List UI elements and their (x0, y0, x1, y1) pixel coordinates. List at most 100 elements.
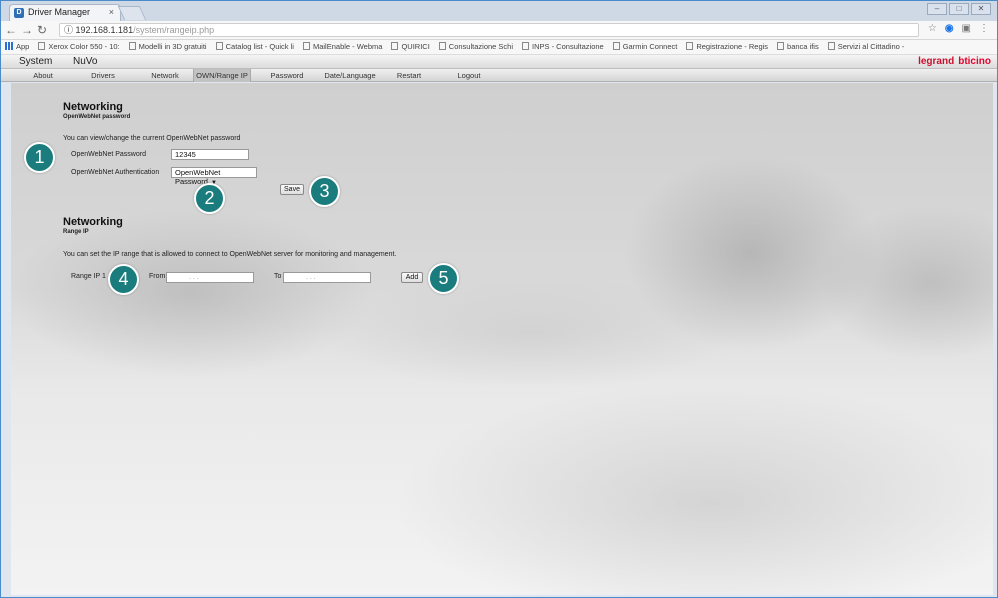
password-label: OpenWebNet Password (71, 151, 146, 158)
page-icon (302, 42, 310, 50)
extension-2-icon[interactable]: ▣ (962, 23, 971, 34)
bookmark-label: Servizi al Cittadino - (837, 42, 905, 51)
brand-logo: legrand bticino (918, 55, 991, 69)
menu-item-own-range-ip[interactable]: OWN/Range IP (193, 69, 251, 82)
page-icon (522, 42, 530, 50)
bookmark-item[interactable]: Garmin Connect (612, 40, 678, 54)
menu-item-password[interactable]: Password (263, 69, 311, 82)
info-icon: ⓘ (64, 25, 76, 35)
tab-nuvo[interactable]: NuVo (73, 55, 97, 69)
range-to-input[interactable]: . . . (283, 272, 371, 283)
bookmark-label: banca ifis (787, 42, 819, 51)
add-button[interactable]: Add (401, 272, 423, 283)
from-label: From (149, 273, 166, 280)
tab-system[interactable]: System (19, 55, 52, 69)
page-content: Networking OpenWebNet password You can v… (11, 83, 993, 595)
bookmark-item[interactable]: Catalog list - Quick li (215, 40, 294, 54)
password-field[interactable]: 12345 (171, 149, 249, 160)
bookmark-item[interactable]: Registrazione - Regis (686, 40, 768, 54)
menu-item-date-language[interactable]: Date/Language (319, 69, 381, 82)
page-icon (128, 42, 136, 50)
apps-grid-icon (5, 42, 13, 50)
range-section-title: Networking (63, 216, 123, 228)
page-icon (438, 42, 446, 50)
to-label: To (274, 273, 282, 280)
bookmark-item[interactable]: banca ifis (777, 40, 819, 54)
save-button[interactable]: Save (280, 184, 304, 195)
close-window-icon[interactable]: ✕ (971, 3, 991, 15)
favicon-icon: D (14, 8, 24, 18)
bookmark-star-icon[interactable]: ☆ (928, 23, 937, 34)
tab-title: Driver Manager (28, 7, 91, 17)
bookmark-item[interactable]: QUIRICI (391, 40, 430, 54)
url-input[interactable]: ⓘ 192.168.1.181/system/rangeip.php (59, 23, 919, 37)
bookmark-label: Modelli in 3D gratuiti (138, 42, 207, 51)
menu-item-drivers[interactable]: Drivers (79, 69, 127, 82)
password-section-subtitle: OpenWebNet password (63, 114, 131, 120)
bookmark-label: Catalog list - Quick li (225, 42, 294, 51)
reload-icon[interactable]: ↻ (37, 23, 47, 37)
menu-item-logout[interactable]: Logout (447, 69, 491, 82)
callout-marker-5: 5 (428, 263, 459, 294)
bookmark-item[interactable]: Modelli in 3D gratuiti (128, 40, 207, 54)
legrand-logo: legrand (918, 56, 955, 67)
auth-label: OpenWebNet Authentication (71, 169, 160, 176)
back-arrow-icon[interactable]: ← (5, 23, 17, 37)
menu-kebab-icon[interactable]: ⋮ (979, 23, 989, 34)
page-icon (391, 42, 399, 50)
bticino-logo: bticino (958, 56, 991, 67)
password-section-title: Networking (63, 101, 123, 113)
bookmark-item[interactable]: App (5, 40, 29, 54)
bookmarks-bar: App Xerox Color 550 - 10: Modelli in 3D gr… (1, 40, 997, 55)
range-description: You can set the IP range that is allowed… (63, 251, 397, 258)
ip-separators: . . . (306, 274, 316, 281)
forward-arrow-icon[interactable]: → (21, 23, 33, 37)
bookmark-item[interactable]: Consultazione Schi (438, 40, 514, 54)
bookmark-item[interactable]: INPS - Consultazione (522, 40, 604, 54)
tab-close-icon[interactable]: × (109, 5, 114, 20)
bookmark-label: Consultazione Schi (448, 42, 514, 51)
password-description: You can view/change the current OpenWebN… (63, 135, 241, 142)
browser-window: D Driver Manager × – □ ✕ ← → ↻ ⓘ 192.168… (0, 0, 998, 598)
range-section-subtitle: Range IP (63, 229, 89, 235)
bookmark-label: QUIRICI (401, 42, 430, 51)
app-top-tabs: System NuVo legrand bticino (1, 55, 997, 69)
menu-item-about[interactable]: About (23, 69, 63, 82)
range-from-input[interactable]: . . . (166, 272, 254, 283)
page-icon (215, 42, 223, 50)
bookmark-item[interactable]: MailEnable - Webma (302, 40, 383, 54)
callout-marker-1: 1 (24, 142, 55, 173)
callout-marker-3: 3 (309, 176, 340, 207)
tab-strip: D Driver Manager × – □ ✕ (1, 1, 997, 21)
toolbar-icons: ☆ ◉ ▣ ⋮ (928, 23, 989, 34)
page-icon (38, 42, 46, 50)
menu-item-network[interactable]: Network (141, 69, 189, 82)
bookmark-label: Registrazione - Regis (696, 42, 769, 51)
bookmark-label: INPS - Consultazione (532, 42, 604, 51)
page-icon (777, 42, 785, 50)
bookmark-label: App (16, 42, 30, 51)
main-menu: About Drivers Network OWN/Range IP Password D… (1, 69, 997, 82)
extension-icon[interactable]: ◉ (945, 23, 954, 34)
window-controls: – □ ✕ (927, 3, 991, 15)
address-bar: ← → ↻ ⓘ 192.168.1.181/system/rangeip.php… (1, 21, 997, 40)
callout-marker-4: 4 (108, 264, 139, 295)
page-icon (612, 42, 620, 50)
menu-item-restart[interactable]: Restart (389, 69, 429, 82)
browser-tab[interactable]: D Driver Manager × (9, 4, 121, 21)
bookmark-label: MailEnable - Webma (312, 42, 383, 51)
bookmark-item[interactable]: Xerox Color 550 - 10: (38, 40, 120, 54)
callout-marker-2: 2 (194, 183, 225, 214)
auth-select[interactable]: OpenWebNet Password▼ (171, 167, 257, 186)
bookmark-label: Xerox Color 550 - 10: (48, 42, 120, 51)
bookmark-label: Garmin Connect (622, 42, 678, 51)
bookmark-item[interactable]: Servizi al Cittadino - (827, 40, 905, 54)
minimize-icon[interactable]: – (927, 3, 947, 15)
url-host: 192.168.1.181 (75, 25, 134, 35)
maximize-icon[interactable]: □ (949, 3, 969, 15)
ip-separators: . . . (189, 274, 199, 281)
url-path: /system/rangeip.php (133, 25, 215, 35)
new-tab-button[interactable] (117, 6, 147, 20)
page-icon (827, 42, 835, 50)
range-ip-label: Range IP 1 (71, 273, 106, 280)
